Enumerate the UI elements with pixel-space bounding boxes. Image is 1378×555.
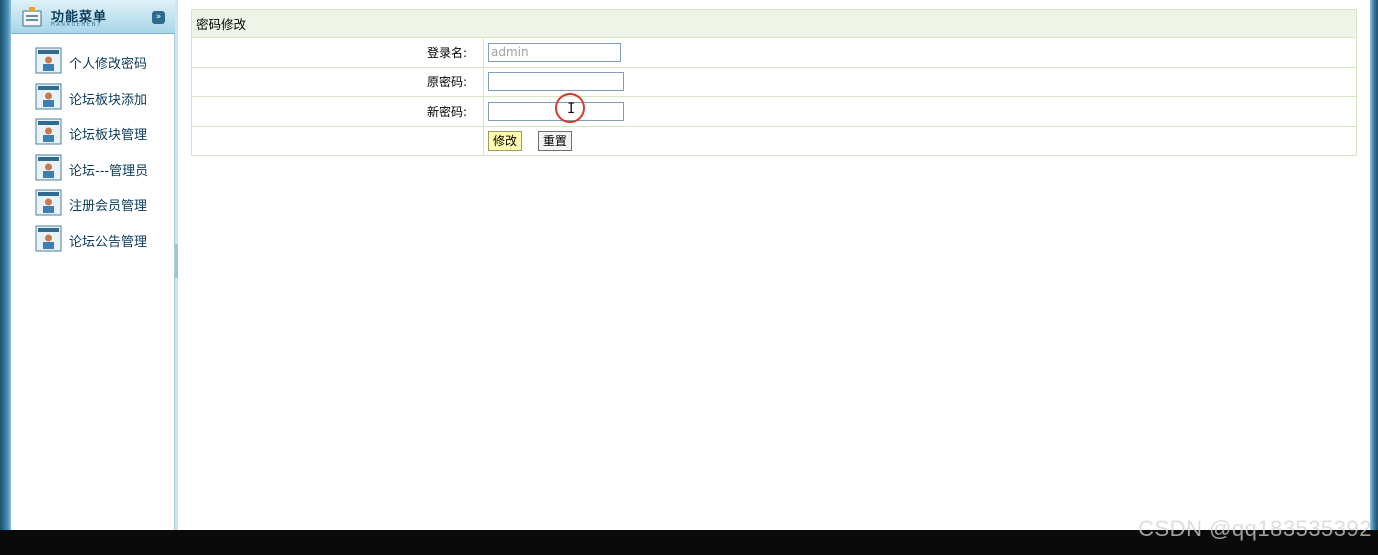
sidebar-item-label: 论坛板块管理 (69, 128, 148, 144)
username-row: 登录名: (191, 37, 1357, 68)
sidebar-item-members[interactable]: 注册会员管理 (11, 186, 175, 222)
button-row-spacer (191, 125, 484, 156)
reset-button[interactable]: 重置 (537, 130, 572, 151)
text-cursor-icon: I (567, 101, 576, 117)
watermark: CSDN @qq183535392 (1138, 516, 1372, 541)
sidebar-header: 功能菜单 MANAGEMENT » (11, 0, 175, 34)
sidebar-item-admins[interactable]: 论坛---管理员 (11, 151, 175, 187)
window-border-right (1370, 0, 1378, 530)
button-row: 修改 重置 (191, 125, 1357, 156)
new-password-label: 新密码: (191, 96, 484, 127)
username-input[interactable] (488, 42, 621, 62)
password-form: 密码修改 登录名: 原密码: 新密码: (191, 9, 1357, 156)
old-password-input[interactable] (488, 72, 624, 92)
old-password-row: 原密码: (191, 66, 1357, 97)
user-card-icon (35, 154, 62, 181)
sidebar-item-label: 论坛板块添加 (69, 92, 148, 108)
user-card-icon (35, 118, 62, 145)
old-password-label: 原密码: (191, 66, 484, 97)
app-frame: 功能菜单 MANAGEMENT » 个人修改密码 论坛板块添加 论坛板块管理 论… (0, 0, 1378, 530)
username-label: 登录名: (191, 37, 484, 68)
main-content: 密码修改 登录名: 原密码: 新密码: (178, 0, 1370, 530)
old-password-cell (483, 66, 1357, 97)
sidebar-item-change-password[interactable]: 个人修改密码 (11, 44, 175, 80)
form-header-row: 密码修改 (191, 9, 1357, 38)
sidebar-subtitle: MANAGEMENT (51, 21, 103, 28)
sidebar-item-announcements[interactable]: 论坛公告管理 (11, 222, 175, 258)
management-icon (22, 7, 42, 27)
sidebar-item-add-board[interactable]: 论坛板块添加 (11, 80, 175, 116)
sidebar-item-label: 论坛公告管理 (69, 234, 148, 250)
button-cell: 修改 重置 (483, 125, 1357, 156)
username-cell (483, 37, 1357, 68)
form-title: 密码修改 (191, 9, 1357, 38)
sidebar: 功能菜单 MANAGEMENT » 个人修改密码 论坛板块添加 论坛板块管理 论… (11, 0, 175, 530)
sidebar-item-label: 个人修改密码 (69, 57, 148, 72)
new-password-cell (483, 96, 1357, 127)
sidebar-menu: 个人修改密码 论坛板块添加 论坛板块管理 论坛---管理员 注册会员管理 论坛公… (11, 44, 175, 258)
user-card-icon (35, 47, 62, 74)
window-border-left (0, 0, 11, 530)
user-card-icon (35, 83, 62, 110)
collapse-icon[interactable]: » (152, 11, 165, 24)
sidebar-item-label: 注册会员管理 (69, 199, 148, 215)
submit-button[interactable]: 修改 (488, 130, 523, 151)
new-password-row: 新密码: (191, 96, 1357, 127)
user-card-icon (35, 225, 62, 252)
sidebar-item-label: 论坛---管理员 (69, 163, 149, 179)
sidebar-item-manage-boards[interactable]: 论坛板块管理 (11, 115, 175, 151)
user-card-icon (35, 189, 62, 216)
